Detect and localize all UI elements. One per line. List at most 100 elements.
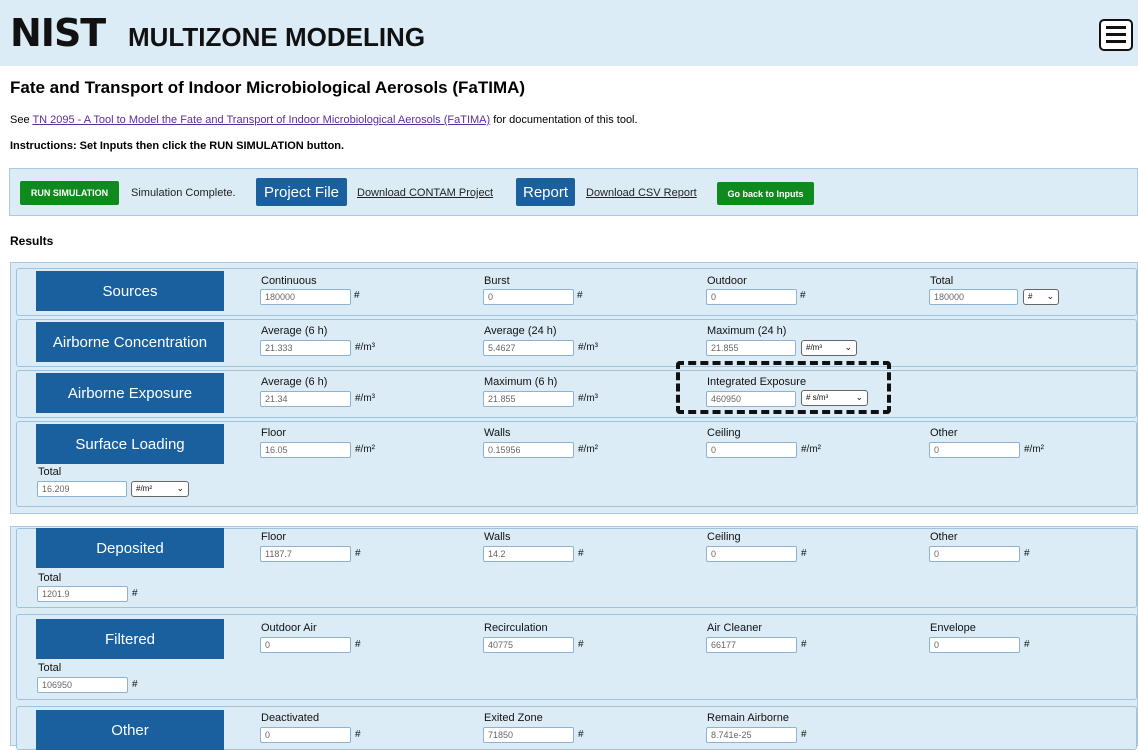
nist-logo[interactable]: NIST bbox=[10, 14, 106, 52]
project-file-button[interactable]: Project File bbox=[256, 178, 347, 206]
outdoor-air-value[interactable]: 0 bbox=[260, 637, 351, 653]
recirculation-value[interactable]: 40775 bbox=[483, 637, 574, 653]
field-unit: # bbox=[577, 290, 583, 301]
field-unit: #/m² bbox=[1024, 444, 1044, 455]
instructions-text: Instructions: Set Inputs then click the … bbox=[10, 140, 345, 152]
run-simulation-button[interactable]: RUN SIMULATION bbox=[20, 181, 119, 205]
envelope-value[interactable]: 0 bbox=[929, 637, 1020, 653]
field-label: Air Cleaner bbox=[707, 622, 763, 634]
field-unit: # bbox=[1024, 639, 1030, 650]
hamburger-icon[interactable] bbox=[1099, 19, 1133, 51]
field-label: Ceiling bbox=[707, 531, 741, 543]
filtered-title: Filtered bbox=[36, 619, 224, 659]
field-label: Envelope bbox=[930, 622, 976, 634]
average-6h-value[interactable]: 21.333 bbox=[260, 340, 351, 356]
field-unit: # bbox=[355, 729, 361, 740]
report-button[interactable]: Report bbox=[516, 178, 575, 206]
field-unit: #/m³ bbox=[355, 393, 375, 404]
field-unit: #/m² bbox=[578, 444, 598, 455]
other-value[interactable]: 0 bbox=[929, 442, 1020, 458]
simulation-status: Simulation Complete. bbox=[131, 187, 236, 199]
walls-value[interactable]: 0.15956 bbox=[483, 442, 574, 458]
download-csv-link[interactable]: Download CSV Report bbox=[586, 187, 697, 199]
field-unit: # bbox=[578, 548, 584, 559]
ceiling-value[interactable]: 0 bbox=[706, 442, 797, 458]
total-label: Total bbox=[38, 466, 62, 478]
walls-value[interactable]: 14.2 bbox=[483, 546, 574, 562]
continuous-value[interactable]: 180000 bbox=[260, 289, 351, 305]
sources-unit-select[interactable]: # ⌄ bbox=[1023, 289, 1059, 305]
burst-value[interactable]: 0 bbox=[483, 289, 574, 305]
deposited-total-value[interactable]: 1201.9 bbox=[37, 586, 128, 602]
airborne-concentration-title: Airborne Concentration bbox=[36, 322, 224, 362]
chevron-down-icon: ⌄ bbox=[176, 483, 184, 493]
field-unit: #/m² bbox=[355, 444, 375, 455]
surface-unit-select[interactable]: #/m² ⌄ bbox=[131, 481, 189, 497]
documentation-note: See TN 2095 - A Tool to Model the Fate a… bbox=[10, 114, 638, 126]
field-label: Average (6 h) bbox=[261, 376, 328, 388]
remain-airborne-value[interactable]: 8.741e-25 bbox=[706, 727, 797, 743]
highlight-box bbox=[676, 361, 891, 414]
app-title: MULTIZONE MODELING bbox=[128, 22, 426, 52]
field-label: Maximum (6 h) bbox=[484, 376, 558, 388]
total-label: Total bbox=[38, 662, 62, 674]
field-label: Maximum (24 h) bbox=[707, 325, 787, 337]
field-unit: # bbox=[578, 729, 584, 740]
field-label: Outdoor Air bbox=[261, 622, 317, 634]
field-label: Burst bbox=[484, 275, 510, 287]
filtered-total-value[interactable]: 106950 bbox=[37, 677, 128, 693]
field-unit: # bbox=[800, 290, 806, 301]
back-to-inputs-button[interactable]: Go back to Inputs bbox=[717, 182, 814, 205]
average-6h-value[interactable]: 21.34 bbox=[260, 391, 351, 407]
documentation-link[interactable]: TN 2095 - A Tool to Model the Fate and T… bbox=[32, 114, 490, 126]
field-unit: # bbox=[801, 548, 807, 559]
concentration-unit-select[interactable]: #/m³ ⌄ bbox=[801, 340, 857, 356]
field-unit: # bbox=[355, 639, 361, 650]
outdoor-value[interactable]: 0 bbox=[706, 289, 797, 305]
maximum-6h-value[interactable]: 21.855 bbox=[483, 391, 574, 407]
field-label: Exited Zone bbox=[484, 712, 543, 724]
field-label: Deactivated bbox=[261, 712, 320, 724]
air-cleaner-value[interactable]: 66177 bbox=[706, 637, 797, 653]
field-label: Other bbox=[930, 531, 958, 543]
page-title: Fate and Transport of Indoor Microbiolog… bbox=[10, 78, 526, 97]
other-value[interactable]: 0 bbox=[929, 546, 1020, 562]
exited-zone-value[interactable]: 71850 bbox=[483, 727, 574, 743]
download-contam-link[interactable]: Download CONTAM Project bbox=[357, 187, 493, 199]
floor-value[interactable]: 16.05 bbox=[260, 442, 351, 458]
average-24h-value[interactable]: 5.4627 bbox=[483, 340, 574, 356]
total-value[interactable]: 180000 bbox=[929, 289, 1018, 305]
field-label: Average (24 h) bbox=[484, 325, 557, 337]
see-suffix: for documentation of this tool. bbox=[493, 114, 638, 126]
field-unit: #/m³ bbox=[355, 342, 375, 353]
field-label: Walls bbox=[484, 427, 511, 439]
field-unit: # bbox=[354, 290, 360, 301]
maximum-24h-value[interactable]: 21.855 bbox=[706, 340, 796, 356]
airborne-exposure-title: Airborne Exposure bbox=[36, 373, 224, 413]
sources-title: Sources bbox=[36, 271, 224, 311]
floor-value[interactable]: 1187.7 bbox=[260, 546, 351, 562]
field-unit: # bbox=[801, 639, 807, 650]
see-prefix: See bbox=[10, 114, 30, 126]
chevron-down-icon: ⌄ bbox=[1046, 291, 1054, 301]
chevron-down-icon: ⌄ bbox=[844, 342, 852, 352]
field-label: Floor bbox=[261, 427, 287, 439]
field-unit: # bbox=[132, 588, 138, 599]
surface-total-value[interactable]: 16.209 bbox=[37, 481, 127, 497]
field-unit: # bbox=[355, 548, 361, 559]
other-title: Other bbox=[36, 710, 224, 750]
select-value: #/m³ bbox=[806, 343, 822, 352]
field-label: Outdoor bbox=[707, 275, 747, 287]
field-unit: # bbox=[132, 679, 138, 690]
field-label: Recirculation bbox=[484, 622, 548, 634]
field-label: Continuous bbox=[261, 275, 317, 287]
field-label: Total bbox=[930, 275, 954, 287]
results-heading: Results bbox=[10, 234, 54, 248]
field-label: Other bbox=[930, 427, 958, 439]
total-label: Total bbox=[38, 572, 62, 584]
deposited-title: Deposited bbox=[36, 528, 224, 568]
ceiling-value[interactable]: 0 bbox=[706, 546, 797, 562]
field-label: Ceiling bbox=[707, 427, 741, 439]
deactivated-value[interactable]: 0 bbox=[260, 727, 351, 743]
section-gap bbox=[0, 514, 1138, 526]
